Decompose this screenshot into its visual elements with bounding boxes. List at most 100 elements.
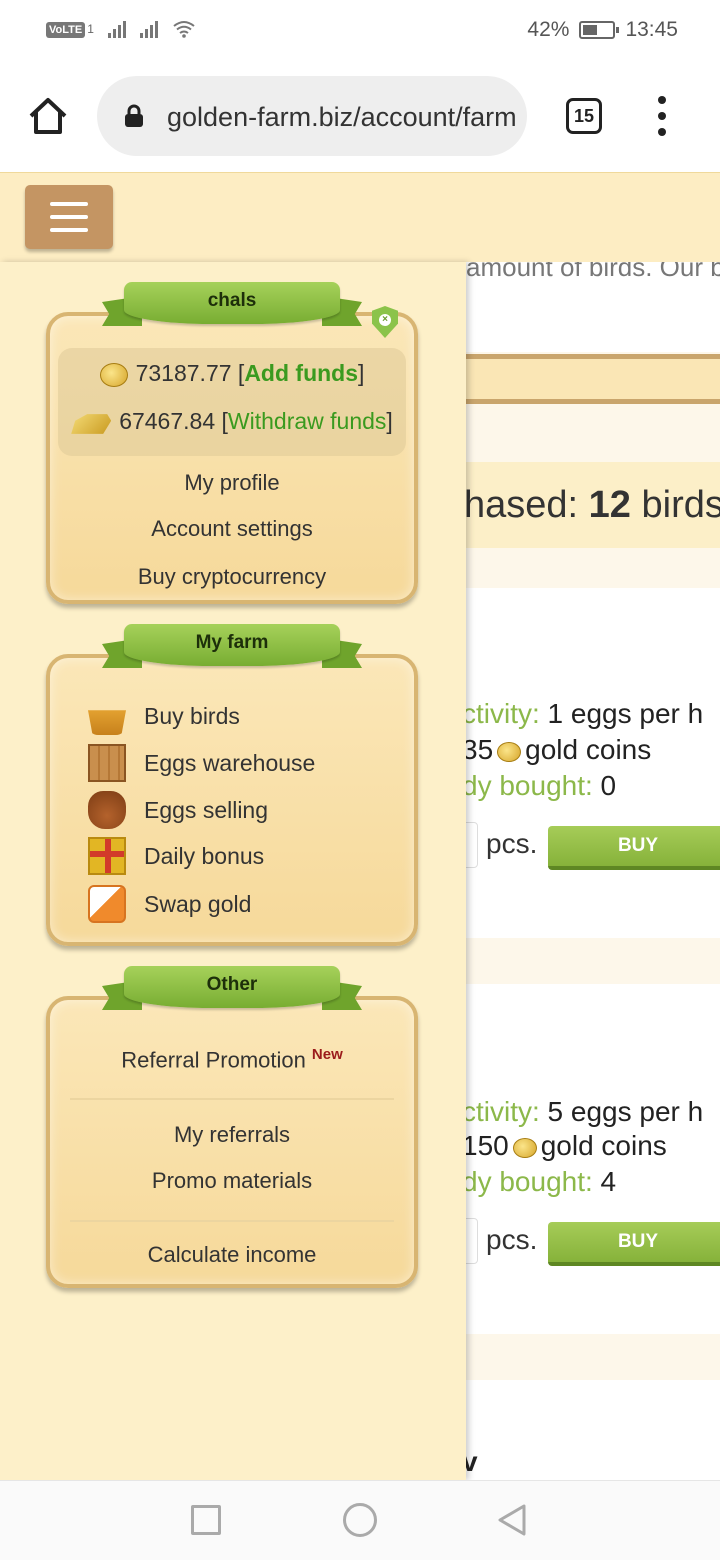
eggs-warehouse-link[interactable]: Eggs warehouse <box>88 743 315 783</box>
new-badge: New <box>311 1046 343 1063</box>
price-value: 150 <box>466 1130 509 1161</box>
volte-icon: VoLTE <box>46 22 86 38</box>
volte-indicator: VoLTE 1 <box>46 20 94 38</box>
divider <box>70 1220 394 1222</box>
battery-percent: 42% <box>527 18 570 41</box>
back-icon[interactable] <box>496 1503 528 1537</box>
pcs-label: pcs. <box>486 1224 538 1255</box>
add-funds-link[interactable]: Add funds <box>244 360 358 386</box>
swap-gold-link[interactable]: Swap gold <box>88 884 251 924</box>
coin-icon <box>512 1137 537 1158</box>
withdraw-funds-link[interactable]: Withdraw funds <box>228 408 387 434</box>
recent-apps-icon[interactable] <box>191 1505 221 1535</box>
coin-balance: 73187.77 <box>135 360 232 386</box>
gift-icon <box>88 837 126 875</box>
security-shield-icon[interactable]: × <box>372 306 398 338</box>
card-title-fragment: v <box>466 1446 478 1477</box>
purchased-label: hased: <box>466 484 589 526</box>
swap-gold-label: Swap gold <box>144 890 252 917</box>
my-referrals-link[interactable]: My referrals <box>50 1122 414 1148</box>
buy-birds-link[interactable]: Buy birds <box>88 696 240 736</box>
status-right: 42% 13:45 <box>527 18 678 42</box>
lock-icon <box>125 104 143 127</box>
promo-materials-link[interactable]: Promo materials <box>50 1168 414 1194</box>
status-left: VoLTE 1 <box>46 20 196 38</box>
price-unit: gold coins <box>540 1130 667 1161</box>
referral-promotion-label: Referral Promotion <box>121 1047 306 1073</box>
coin-icon <box>99 362 128 387</box>
other-title: Other <box>206 974 258 995</box>
profile-panel: chals × 73187.77 [Add funds] 67467.84 [W… <box>46 282 418 604</box>
address-bar[interactable]: golden-farm.biz/account/farm <box>97 76 527 156</box>
farm-panel: My farm Buy birds Eggs warehouse Eggs se… <box>46 624 418 946</box>
quantity-input[interactable] <box>466 822 478 868</box>
balance-box: 73187.77 [Add funds] 67467.84 [Withdraw … <box>58 348 406 456</box>
buy-cryptocurrency-link[interactable]: Buy cryptocurrency <box>50 564 414 590</box>
account-settings-link[interactable]: Account settings <box>50 516 414 542</box>
crate-icon <box>88 744 126 782</box>
farm-title: My farm <box>195 632 269 653</box>
quantity-input[interactable] <box>466 1218 478 1264</box>
eggs-selling-label: Eggs selling <box>144 796 269 823</box>
bought-label: dy bought: <box>466 770 593 801</box>
status-bar: VoLTE 1 42% 13:45 <box>0 0 720 62</box>
battery-icon <box>579 21 620 39</box>
purchased-number: 12 <box>588 484 631 526</box>
system-nav-bar <box>0 1480 720 1560</box>
price-unit: gold coins <box>525 734 652 765</box>
signal-icon <box>107 20 126 38</box>
signal-icon-2 <box>139 20 158 38</box>
calculate-income-link[interactable]: Calculate income <box>50 1242 414 1268</box>
bird-card: v <box>466 1380 720 1480</box>
intro-text: amount of birds. Our bi <box>466 262 720 282</box>
referral-promotion-link[interactable]: Referral Promotion New <box>50 1046 414 1073</box>
bought-line: dy bought: 0 <box>466 770 616 802</box>
buy-button[interactable]: BUY <box>548 1222 720 1266</box>
home-icon[interactable] <box>26 94 70 138</box>
more-options-icon[interactable] <box>650 96 674 136</box>
username-ribbon: chals <box>102 282 362 328</box>
activity-value: 5 eggs per h <box>539 1096 704 1127</box>
url-text[interactable]: golden-farm.biz/account/farm <box>167 102 517 133</box>
site-header <box>0 172 720 262</box>
wifi-icon <box>173 21 195 38</box>
home-nav-icon[interactable] <box>343 1503 377 1537</box>
purchased-count-text: hased: 12 birds <box>466 484 720 527</box>
browser-toolbar: golden-farm.biz/account/farm 15 <box>0 62 720 172</box>
tab-switcher-button[interactable]: 15 <box>566 98 602 134</box>
bird-card: ctivity: 1 eggs per h 35 gold coins dy bo… <box>466 588 720 938</box>
activity-label: ctivity: <box>466 698 540 729</box>
daily-bonus-label: Daily bonus <box>144 842 265 869</box>
my-profile-link[interactable]: My profile <box>50 470 414 496</box>
eggs-selling-link[interactable]: Eggs selling <box>88 790 268 830</box>
pcs-label: pcs. <box>486 828 538 859</box>
coin-icon <box>497 741 522 762</box>
bought-line: dy bought: 4 <box>466 1166 616 1198</box>
clock: 13:45 <box>625 18 678 41</box>
daily-bonus-link[interactable]: Daily bonus <box>88 836 264 876</box>
buy-button[interactable]: BUY <box>548 826 720 870</box>
bought-value: 0 <box>592 770 617 801</box>
page-content: amount of birds. Our bi hased: 12 birds … <box>466 262 720 1480</box>
activity-value: 1 eggs per h <box>539 698 704 729</box>
money-sack-icon <box>88 791 126 829</box>
side-drawer: chals × 73187.77 [Add funds] 67467.84 [W… <box>0 262 466 1480</box>
bought-label: dy bought: <box>466 1166 593 1197</box>
activity-line: ctivity: 5 eggs per h <box>466 1096 703 1128</box>
activity-line: ctivity: 1 eggs per h <box>466 698 703 730</box>
menu-toggle-button[interactable] <box>25 185 113 249</box>
purchased-unit: birds <box>630 484 720 526</box>
bracket: ] <box>386 408 393 434</box>
gold-bars-icon <box>71 414 112 434</box>
bought-value: 4 <box>592 1166 617 1197</box>
intro-section: amount of birds. Our bi <box>466 262 720 352</box>
basket-icon <box>88 710 126 735</box>
other-ribbon: Other <box>102 966 362 1012</box>
other-panel: Other Referral Promotion New My referrals… <box>46 966 418 1288</box>
price-value: 35 <box>466 734 494 765</box>
bird-card: ctivity: 5 eggs per h 150 gold coins dy b… <box>466 984 720 1334</box>
gold-balance-row: 67467.84 [Withdraw funds] <box>58 408 406 435</box>
sim-number: 1 <box>87 22 94 36</box>
price-line: 35 gold coins <box>466 734 651 766</box>
price-line: 150 gold coins <box>466 1130 667 1162</box>
